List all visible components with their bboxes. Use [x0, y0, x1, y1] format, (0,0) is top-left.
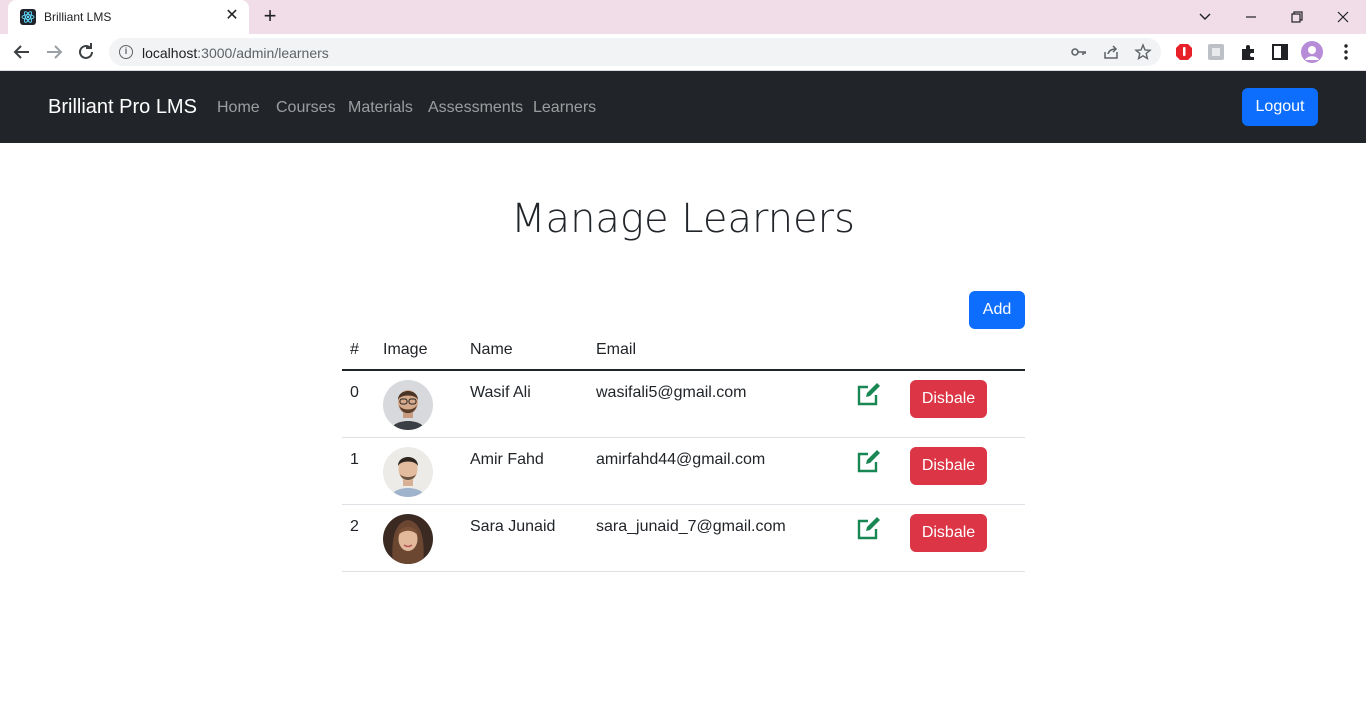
row-name: Wasif Ali — [470, 384, 531, 401]
reload-icon[interactable] — [74, 40, 98, 64]
avatar — [383, 447, 433, 497]
chevron-down-icon[interactable] — [1193, 6, 1217, 28]
header-index: # — [350, 341, 359, 358]
window-close-icon[interactable] — [1331, 6, 1355, 28]
disable-button[interactable]: Disbale — [910, 514, 987, 552]
menu-dots-icon[interactable] — [1336, 42, 1356, 62]
avatar — [383, 514, 433, 564]
table-row: 2 Sara Junaid sara_junaid_7@gmail.com Di… — [342, 505, 1025, 572]
header-image: Image — [383, 341, 428, 358]
nav-link-learners[interactable]: Learners — [533, 99, 596, 117]
disable-button[interactable]: Disbale — [910, 380, 987, 418]
row-index: 2 — [350, 518, 359, 535]
sidebar-icon[interactable] — [1270, 42, 1290, 62]
adblock-extension-icon[interactable] — [1174, 42, 1194, 62]
row-name: Sara Junaid — [470, 518, 556, 535]
address-bar[interactable]: i localhost:3000/admin/learners — [109, 38, 1161, 66]
browser-tab-strip: Brilliant LMS ✕ + — [0, 0, 1366, 34]
row-name: Amir Fahd — [470, 451, 544, 468]
nav-link-materials[interactable]: Materials — [348, 99, 413, 117]
row-email: sara_junaid_7@gmail.com — [596, 518, 786, 535]
react-favicon — [20, 9, 36, 25]
row-index: 0 — [350, 384, 359, 401]
page-title: Manage Learners — [511, 196, 855, 242]
navbar-brand[interactable]: Brilliant Pro LMS — [48, 96, 197, 119]
edit-icon[interactable] — [856, 515, 882, 541]
profile-icon[interactable] — [1301, 41, 1323, 63]
browser-toolbar: i localhost:3000/admin/learners — [0, 34, 1366, 71]
url-host: localhost — [142, 45, 198, 61]
share-icon[interactable] — [1102, 43, 1120, 61]
row-index: 1 — [350, 451, 359, 468]
back-arrow-icon[interactable] — [10, 40, 34, 64]
edit-icon[interactable] — [856, 448, 882, 474]
edit-icon[interactable] — [856, 381, 882, 407]
row-email: wasifali5@gmail.com — [596, 384, 747, 401]
table-row: 1 Amir Fahd amirfahd44@gmail.com Disbale — [342, 438, 1025, 505]
tab-title: Brilliant LMS — [44, 10, 112, 24]
disable-button[interactable]: Disbale — [910, 447, 987, 485]
nav-link-courses[interactable]: Courses — [276, 99, 336, 117]
nav-link-home[interactable]: Home — [217, 99, 260, 117]
header-name: Name — [470, 341, 513, 358]
browser-tab[interactable]: Brilliant LMS ✕ — [8, 0, 249, 34]
extension-icon[interactable] — [1238, 42, 1258, 62]
row-email: amirfahd44@gmail.com — [596, 451, 766, 468]
minimize-icon[interactable] — [1239, 6, 1263, 28]
table-header: # Image Name Email — [342, 330, 1025, 371]
url-text: localhost:3000/admin/learners — [142, 45, 329, 61]
url-path: :3000/admin/learners — [197, 45, 329, 61]
star-icon[interactable] — [1134, 43, 1152, 61]
close-icon[interactable]: ✕ — [222, 6, 242, 26]
restore-icon[interactable] — [1285, 6, 1309, 28]
extension-grey-icon[interactable] — [1206, 42, 1226, 62]
logout-button[interactable]: Logout — [1242, 88, 1318, 126]
avatar — [383, 380, 433, 430]
nav-link-assessments[interactable]: Assessments — [428, 99, 523, 117]
add-learner-button[interactable]: Add — [969, 291, 1025, 329]
key-icon[interactable] — [1070, 43, 1088, 61]
info-icon[interactable]: i — [119, 45, 133, 59]
table-row: 0 Wasif Ali wasifali5@gmail.com Disbale — [342, 371, 1025, 438]
plus-icon[interactable]: + — [258, 5, 282, 29]
app-navbar: Brilliant Pro LMS Home Courses Materials… — [0, 71, 1366, 143]
header-email: Email — [596, 341, 637, 358]
forward-arrow-icon[interactable] — [42, 40, 66, 64]
